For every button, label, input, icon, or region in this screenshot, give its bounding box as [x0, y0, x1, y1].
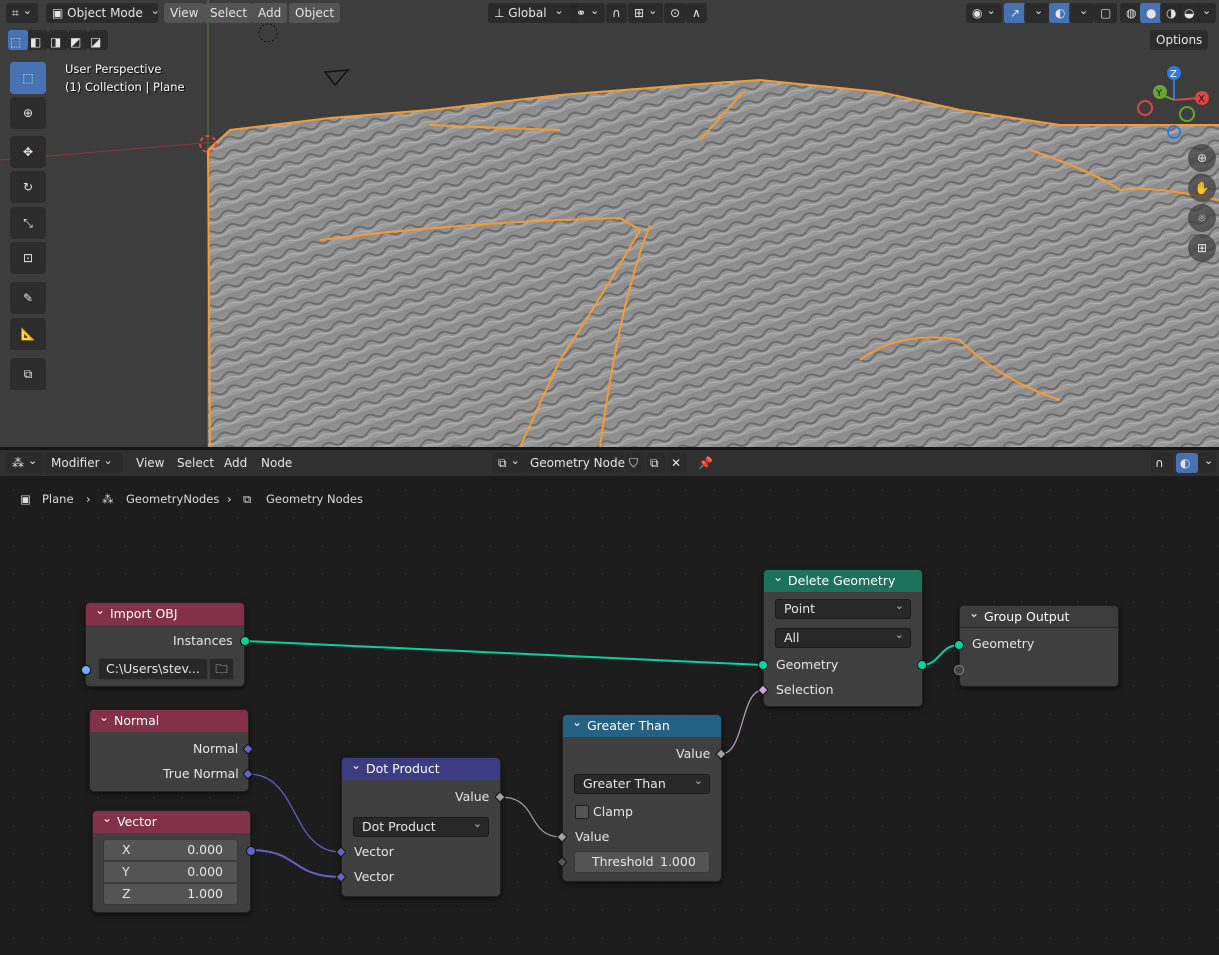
file-path-field[interactable]: C:\Users\stev...: [98, 658, 208, 680]
socket-label-geometry: Geometry: [972, 636, 1035, 651]
clamp-checkbox[interactable]: [575, 805, 589, 819]
link-geometry-output: [921, 644, 960, 666]
node-title[interactable]: Delete Geometry: [764, 566, 922, 592]
node-title[interactable]: Vector: [93, 807, 250, 833]
link-normal-vector: [247, 773, 342, 853]
threshold-field[interactable]: Threshold 1.000: [574, 851, 710, 873]
vector-x-field[interactable]: X 0.000: [103, 839, 238, 861]
socket-label-value: Value: [676, 746, 711, 761]
node-title[interactable]: Group Output: [960, 602, 1118, 628]
socket-vector-output[interactable]: [246, 846, 256, 856]
socket-label-vector-a: Vector: [354, 844, 394, 859]
file-browse-button[interactable]: 🗀: [209, 658, 234, 680]
socket-label-geometry: Geometry: [776, 657, 839, 672]
clamp-label: Clamp: [593, 804, 633, 819]
node-title[interactable]: Normal: [90, 706, 248, 732]
socket-geometry-input[interactable]: [954, 640, 964, 650]
socket-empty-input[interactable]: [954, 665, 964, 675]
node-title[interactable]: Greater Than: [563, 711, 721, 737]
socket-geometry-input[interactable]: [758, 660, 768, 670]
socket-label-normal: Normal: [193, 741, 239, 756]
link-vector-vector: [249, 849, 342, 878]
link-instances-geometry: [244, 640, 764, 666]
link-dot-greater: [499, 796, 563, 838]
socket-label-vector-b: Vector: [354, 869, 394, 884]
socket-label-true-normal: True Normal: [163, 766, 239, 781]
node-title[interactable]: Import OBJ: [86, 599, 244, 625]
vector-z-field[interactable]: Z 1.000: [103, 883, 238, 905]
link-greater-selection: [720, 689, 764, 755]
domain-dropdown[interactable]: Point: [775, 597, 911, 619]
socket-label-selection: Selection: [776, 682, 834, 697]
socket-label-value-input: Value: [575, 829, 610, 844]
vector-y-field[interactable]: Y 0.000: [103, 861, 238, 883]
folder-icon: 🗀: [215, 661, 228, 676]
socket-label-instances: Instances: [173, 633, 233, 648]
socket-path-input[interactable]: [81, 665, 91, 675]
socket-instances-output[interactable]: [240, 636, 250, 646]
socket-label-value: Value: [455, 789, 490, 804]
math-operation-dropdown[interactable]: Greater Than: [574, 772, 710, 794]
node-title[interactable]: Dot Product: [342, 754, 500, 780]
socket-geometry-output[interactable]: [917, 660, 927, 670]
delete-mode-dropdown[interactable]: All: [775, 626, 911, 648]
vector-math-operation-dropdown[interactable]: Dot Product: [353, 815, 489, 837]
